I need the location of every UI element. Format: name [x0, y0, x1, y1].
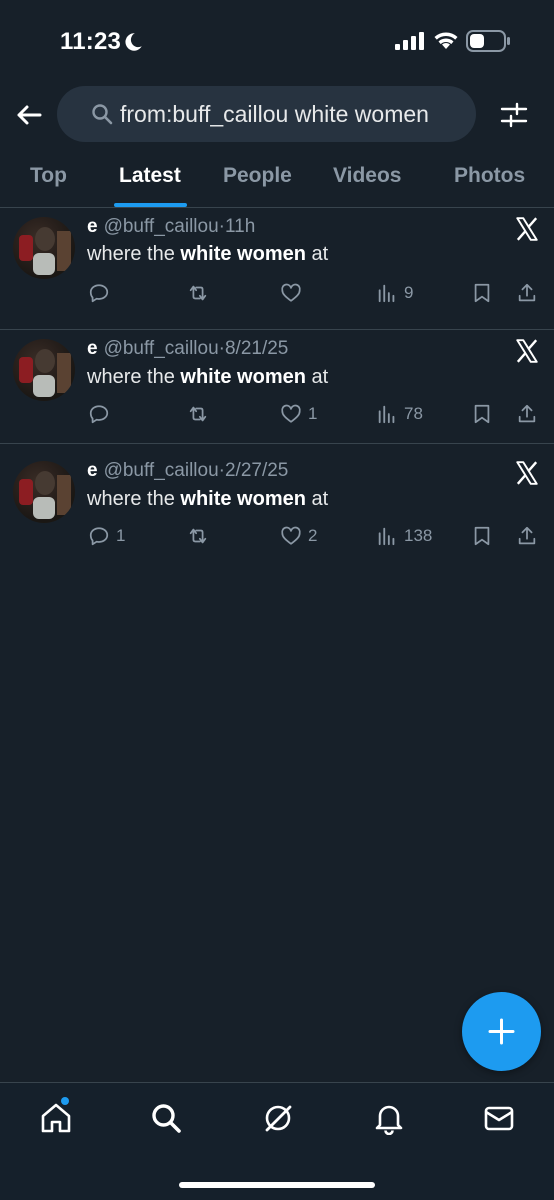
- tweet-header: e @buff_caillou·2/27/25: [87, 460, 288, 482]
- tweet-text: where the white women at: [87, 488, 329, 510]
- share-icon: [518, 283, 536, 302]
- search-header: from:buff_caillou white women: [0, 80, 554, 152]
- view-count: 9: [404, 283, 414, 302]
- views-icon: [378, 405, 395, 424]
- share-button[interactable]: [516, 280, 538, 306]
- sliders-icon[interactable]: [500, 101, 528, 129]
- cellular-signal-icon: [395, 32, 424, 50]
- retweet-button[interactable]: [187, 523, 215, 549]
- active-tab-indicator: [114, 203, 187, 207]
- like-button[interactable]: [280, 280, 308, 306]
- views-icon: [378, 284, 395, 303]
- avatar[interactable]: [13, 339, 75, 401]
- retweet-icon: [189, 528, 207, 544]
- search-icon[interactable]: [149, 1101, 183, 1135]
- notification-dot: [61, 1097, 69, 1105]
- bookmark-icon: [474, 526, 490, 546]
- author-handle[interactable]: @buff_caillou: [104, 338, 219, 359]
- tab-photos[interactable]: Photos: [454, 164, 525, 188]
- search-tabs: Top Latest People Videos Photos: [0, 152, 554, 208]
- avatar[interactable]: [13, 461, 75, 523]
- tab-videos[interactable]: Videos: [333, 164, 401, 188]
- reply-button[interactable]: 1: [88, 523, 125, 549]
- plus-icon: [488, 1018, 515, 1045]
- share-icon: [518, 526, 536, 545]
- author-name[interactable]: e: [87, 460, 98, 481]
- retweet-button[interactable]: [187, 280, 215, 306]
- views-button[interactable]: 78: [376, 401, 423, 427]
- tweet-actions: 1 2 138: [0, 523, 554, 553]
- retweet-button[interactable]: [187, 401, 215, 427]
- x-logo-icon: [516, 339, 538, 363]
- retweet-icon: [189, 406, 207, 422]
- views-button[interactable]: 9: [376, 280, 413, 306]
- home-indicator[interactable]: [179, 1182, 375, 1188]
- reply-icon: [89, 284, 109, 303]
- reply-count: 1: [116, 526, 126, 545]
- reply-button[interactable]: [88, 401, 116, 427]
- view-count: 138: [404, 526, 433, 545]
- tweet-header: e @buff_caillou·11h: [87, 216, 255, 238]
- bell-icon[interactable]: [372, 1101, 406, 1135]
- tweet-actions: 9: [0, 280, 554, 310]
- share-button[interactable]: [516, 523, 538, 549]
- status-bar: 11:23: [0, 0, 554, 80]
- like-button[interactable]: 2: [280, 523, 317, 549]
- reply-button[interactable]: [88, 280, 116, 306]
- compose-button[interactable]: [462, 992, 541, 1071]
- home-icon[interactable]: [39, 1101, 73, 1135]
- bookmark-icon: [474, 283, 490, 303]
- search-results-screen: 11:23 from:buff_caillou white women Top …: [0, 0, 554, 1200]
- author-name[interactable]: e: [87, 338, 98, 359]
- tweet-item[interactable]: e @buff_caillou·11h where the white women…: [0, 208, 554, 330]
- reply-icon: [89, 527, 109, 546]
- status-time: 11:23: [60, 28, 122, 55]
- moon-icon: [125, 33, 142, 51]
- search-icon: [92, 104, 113, 125]
- heart-icon: [281, 526, 301, 545]
- tweet-time: 8/21/25: [224, 338, 289, 359]
- tweet-actions: 1 78: [0, 401, 554, 431]
- author-name[interactable]: e: [87, 216, 98, 237]
- x-logo-icon: [516, 461, 538, 485]
- share-button[interactable]: [516, 401, 538, 427]
- tweet-item[interactable]: e @buff_caillou·2/27/25 where the white w…: [0, 444, 554, 566]
- heart-icon: [281, 404, 301, 423]
- like-count: 2: [308, 526, 318, 545]
- tweet-header: e @buff_caillou·8/21/25: [87, 338, 288, 360]
- tweet-item[interactable]: e @buff_caillou·8/21/25 where the white w…: [0, 322, 554, 444]
- grok-icon[interactable]: [261, 1101, 295, 1135]
- views-button[interactable]: 138: [376, 523, 432, 549]
- battery-icon: [466, 30, 510, 52]
- reply-icon: [89, 405, 109, 424]
- view-count: 78: [404, 404, 423, 423]
- tweet-time: 2/27/25: [224, 460, 289, 481]
- search-query: from:buff_caillou white women: [120, 101, 429, 127]
- search-input[interactable]: from:buff_caillou white women: [57, 86, 476, 142]
- author-handle[interactable]: @buff_caillou: [104, 216, 219, 237]
- mail-icon[interactable]: [482, 1101, 516, 1135]
- like-count: 1: [308, 404, 318, 423]
- like-button[interactable]: 1: [280, 401, 317, 427]
- bookmark-button[interactable]: [471, 401, 493, 427]
- heart-icon: [281, 283, 301, 302]
- retweet-icon: [189, 285, 207, 301]
- bookmark-button[interactable]: [471, 523, 493, 549]
- tweet-time: 11h: [224, 216, 256, 237]
- share-icon: [518, 404, 536, 423]
- bookmark-button[interactable]: [471, 280, 493, 306]
- arrow-left-icon[interactable]: [14, 100, 44, 130]
- wifi-icon: [434, 32, 458, 49]
- tweet-text: where the white women at: [87, 243, 329, 265]
- x-logo-icon: [516, 217, 538, 241]
- bookmark-icon: [474, 404, 490, 424]
- tab-people[interactable]: People: [223, 164, 292, 188]
- author-handle[interactable]: @buff_caillou: [104, 460, 219, 481]
- tab-latest[interactable]: Latest: [119, 164, 181, 188]
- tweet-text: where the white women at: [87, 366, 329, 388]
- tab-top[interactable]: Top: [30, 164, 67, 188]
- avatar[interactable]: [13, 217, 75, 279]
- views-icon: [378, 527, 395, 546]
